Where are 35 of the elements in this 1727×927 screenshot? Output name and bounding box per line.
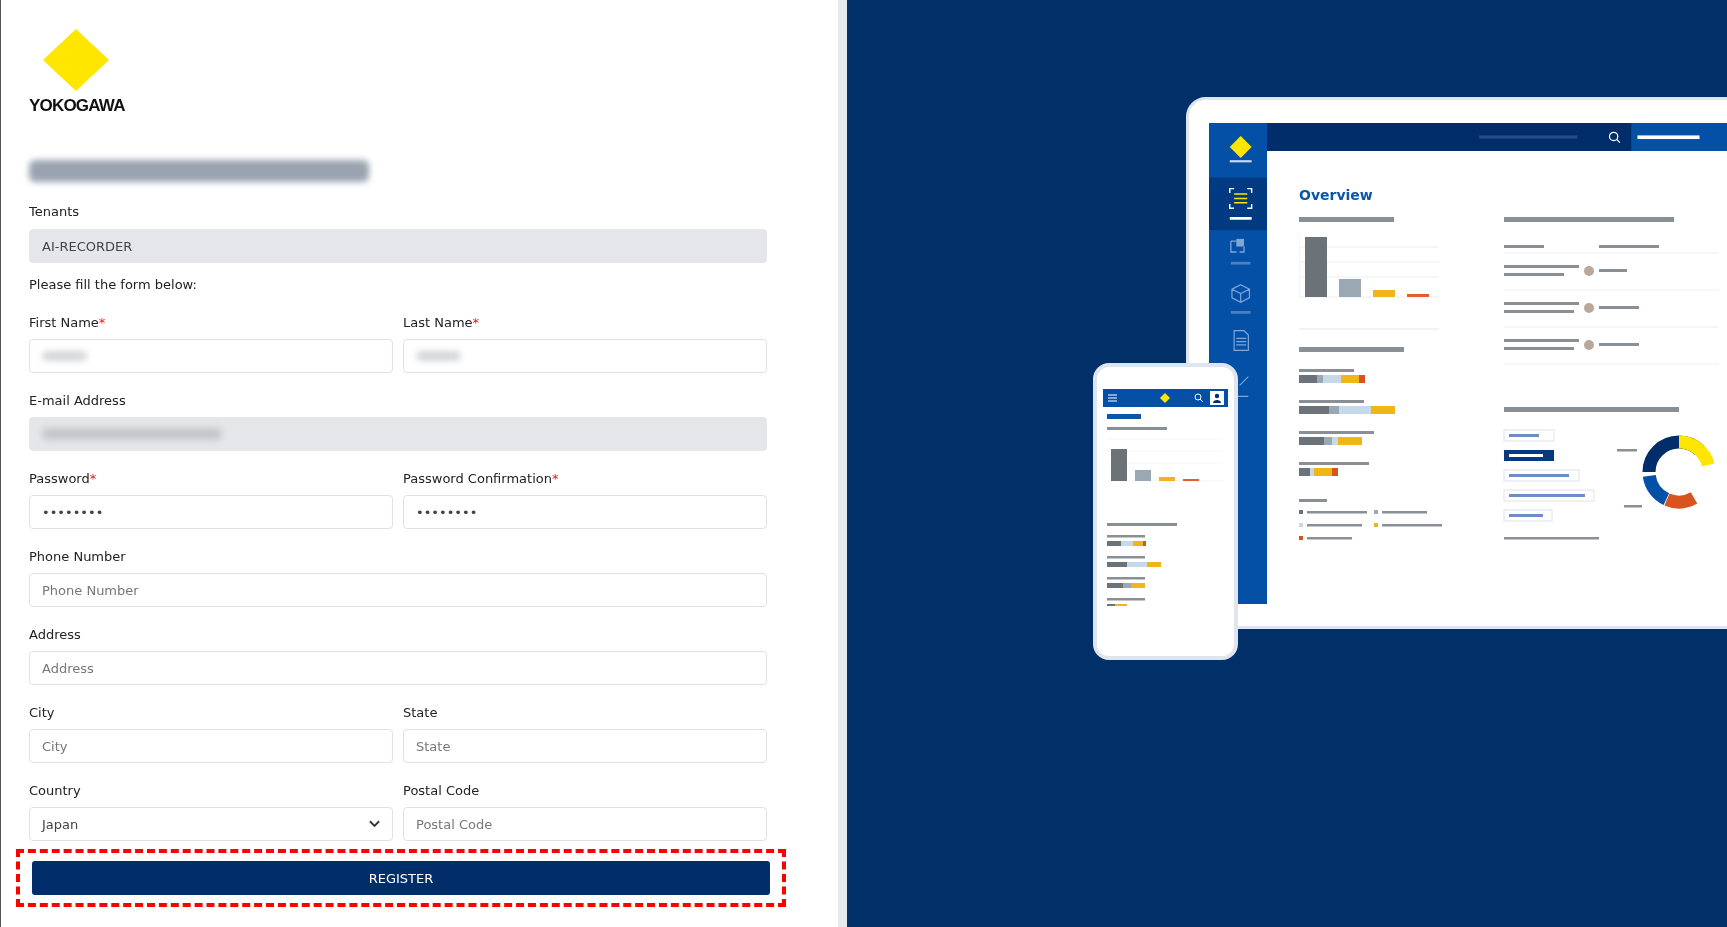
field-label: Password — [29, 471, 90, 486]
input-field[interactable] — [403, 339, 767, 373]
field-label: Tenants — [29, 204, 81, 219]
page-title: Overview — [1299, 187, 1374, 203]
input-field[interactable]: •••••••• — [403, 495, 767, 529]
redacted-mark — [416, 351, 461, 361]
input-field[interactable]: •••••••• — [29, 495, 393, 529]
required-mark: * — [551, 471, 559, 486]
tenant-field: AI-RECORDER — [29, 229, 767, 263]
required-mark: * — [98, 315, 106, 330]
redacted-mark — [42, 351, 87, 361]
chevron-icon — [369, 820, 380, 828]
field-label: First Name — [29, 315, 99, 330]
field-label: State — [403, 705, 438, 720]
input-field[interactable] — [29, 339, 393, 373]
input-field[interactable]: City — [29, 729, 393, 763]
input-field[interactable]: Postal Code — [403, 807, 767, 841]
register-button[interactable]: REGISTER — [32, 861, 770, 895]
form-instructions: Please fill the form below: — [29, 277, 198, 292]
required-mark: * — [89, 471, 97, 486]
field-label: Postal Code — [403, 783, 480, 798]
field-label: City — [29, 705, 55, 720]
field-label: Last Name — [403, 315, 473, 330]
field-label: Address — [29, 627, 81, 642]
input-field[interactable]: State — [403, 729, 767, 763]
field-label: Country — [29, 783, 81, 798]
input-field[interactable]: Address — [29, 651, 767, 685]
field-label: E-mail Address — [29, 393, 126, 408]
field-label: Phone Number — [29, 549, 126, 564]
field-label: Password Confirmation — [403, 471, 552, 486]
required-mark: * — [472, 315, 480, 330]
input-field[interactable]: Phone Number — [29, 573, 767, 607]
logo-text: YOKOGAWA — [29, 96, 125, 116]
diamond-logo-icon — [43, 28, 109, 92]
country-select[interactable]: Japan — [29, 807, 393, 841]
